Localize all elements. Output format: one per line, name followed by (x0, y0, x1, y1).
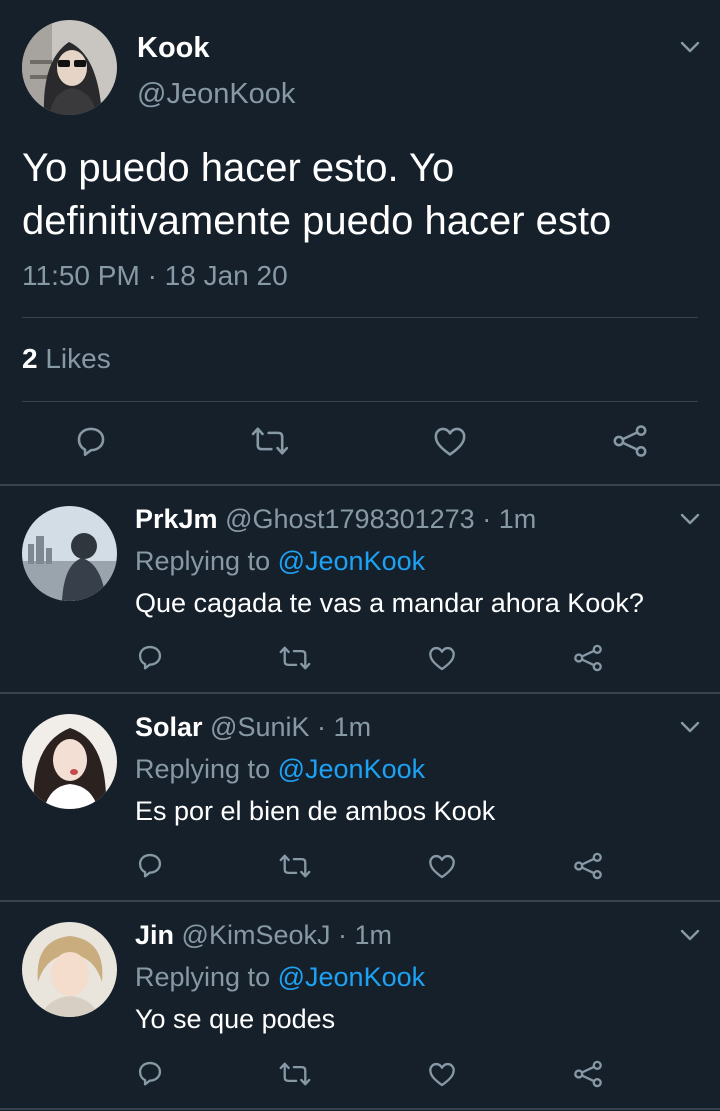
mention-link[interactable]: @JeonKook (278, 754, 426, 784)
replying-prefix: Replying to (135, 546, 271, 576)
author-name[interactable]: PrkJm (135, 504, 218, 534)
reply-text: Que cagada te vas a mandar ahora Kook? (135, 588, 644, 618)
chevron-down-icon[interactable] (679, 508, 701, 530)
tweet-text: Yo puedo hacer esto. Yo definitivamente … (22, 146, 612, 243)
retweet-icon[interactable] (279, 852, 311, 880)
avatar[interactable] (22, 922, 117, 1017)
reply-tweet[interactable]: PrkJm @Ghost1798301273 · 1m Replying to … (0, 486, 720, 693)
reply-icon[interactable] (74, 424, 108, 458)
reply-time: 1m (354, 920, 393, 950)
author-handle[interactable]: @Ghost1798301273 (225, 504, 475, 534)
share-icon[interactable] (612, 424, 648, 458)
like-icon[interactable] (433, 425, 467, 457)
meta-separator: · (147, 260, 157, 291)
reply-tweet[interactable]: Solar @SuniK · 1m Replying to @JeonKook … (0, 694, 720, 901)
like-icon[interactable] (428, 645, 456, 671)
likes-count: 2 (22, 343, 38, 374)
share-icon[interactable] (573, 644, 603, 672)
reply-time: 1m (498, 504, 537, 534)
author-handle[interactable]: @JeonKook (137, 78, 295, 111)
avatar[interactable] (22, 506, 117, 601)
replying-prefix: Replying to (135, 962, 271, 992)
like-icon[interactable] (428, 853, 456, 879)
reply-header: Solar @SuniK · 1m (135, 712, 371, 743)
reply-icon[interactable] (136, 1059, 164, 1087)
reply-tweet[interactable]: Jin @KimSeokJ · 1m Replying to @JeonKook… (0, 902, 720, 1109)
author-name[interactable]: Jin (135, 920, 174, 950)
reply-icon[interactable] (136, 851, 164, 879)
chevron-down-icon[interactable] (679, 924, 701, 946)
share-icon[interactable] (573, 852, 603, 880)
tweet-timestamp: 11:50 PM · 18 Jan 20 (22, 260, 288, 292)
chevron-down-icon[interactable] (679, 36, 701, 58)
replying-to: Replying to @JeonKook (135, 546, 425, 577)
divider (22, 401, 698, 402)
author-name[interactable]: Kook (137, 32, 210, 65)
author-name[interactable]: Solar (135, 712, 203, 742)
reply-header: Jin @KimSeokJ · 1m (135, 920, 392, 951)
share-icon[interactable] (573, 1060, 603, 1088)
mention-link[interactable]: @JeonKook (278, 962, 426, 992)
avatar[interactable] (22, 714, 117, 809)
replying-to: Replying to @JeonKook (135, 754, 425, 785)
meta-separator: · (482, 504, 492, 534)
tweet-date: 18 Jan 20 (164, 260, 288, 291)
chevron-down-icon[interactable] (679, 716, 701, 738)
divider (22, 317, 698, 318)
meta-separator: · (317, 712, 327, 742)
reply-time: 1m (333, 712, 372, 742)
tweet-time: 11:50 PM (22, 260, 140, 291)
author-handle[interactable]: @KimSeokJ (182, 920, 331, 950)
reply-header: PrkJm @Ghost1798301273 · 1m (135, 504, 536, 535)
replying-to: Replying to @JeonKook (135, 962, 425, 993)
avatar[interactable] (22, 20, 117, 115)
likes-summary[interactable]: 2 Likes (22, 343, 111, 375)
retweet-icon[interactable] (251, 424, 289, 458)
retweet-icon[interactable] (279, 1060, 311, 1088)
reply-icon[interactable] (136, 643, 164, 671)
replying-prefix: Replying to (135, 754, 271, 784)
reply-text: Es por el bien de ambos Kook (135, 796, 496, 826)
divider (0, 1108, 720, 1110)
likes-label: Likes (45, 343, 111, 374)
reply-text: Yo se que podes (135, 1004, 336, 1034)
author-handle[interactable]: @SuniK (210, 712, 309, 742)
retweet-icon[interactable] (279, 644, 311, 672)
like-icon[interactable] (428, 1061, 456, 1087)
main-tweet: Kook @JeonKook Yo puedo hacer esto. Yo d… (0, 0, 720, 484)
mention-link[interactable]: @JeonKook (278, 546, 426, 576)
meta-separator: · (338, 920, 347, 950)
